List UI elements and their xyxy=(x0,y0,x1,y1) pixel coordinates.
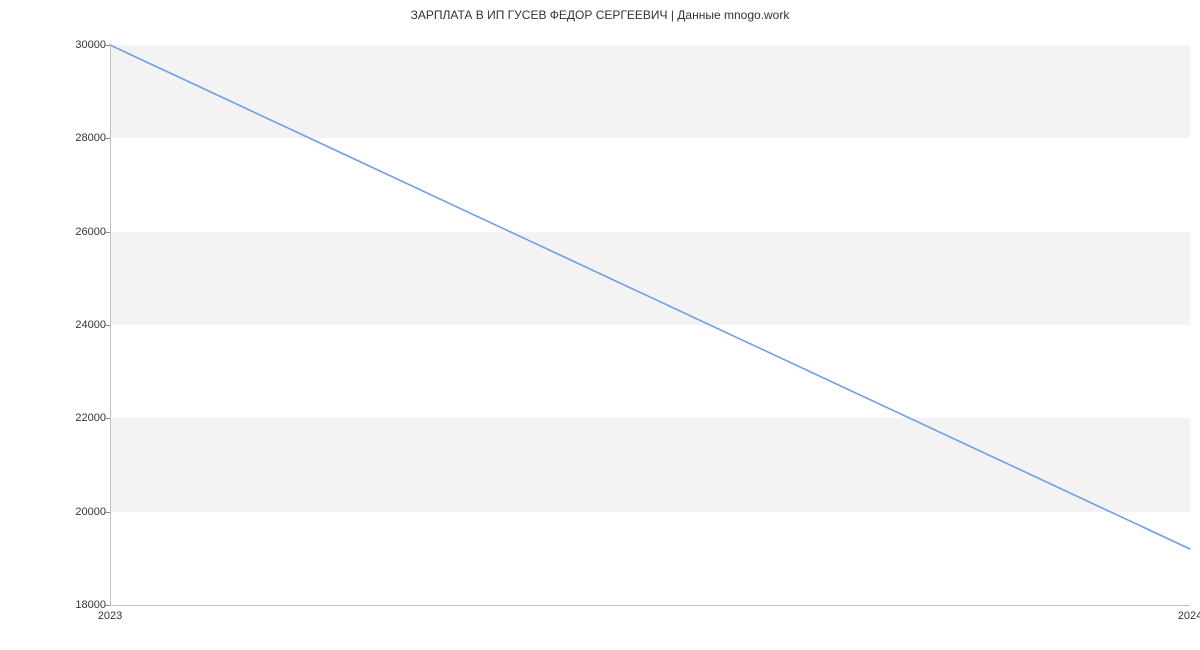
plot-area xyxy=(110,45,1190,605)
y-tick-mark xyxy=(104,325,110,326)
chart-container: ЗАРПЛАТА В ИП ГУСЕВ ФЕДОР СЕРГЕЕВИЧ | Да… xyxy=(0,0,1200,650)
y-tick-mark xyxy=(104,605,110,606)
y-tick-label: 20000 xyxy=(46,506,106,518)
y-tick-mark xyxy=(104,45,110,46)
y-tick-mark xyxy=(104,418,110,419)
y-tick-label: 26000 xyxy=(46,226,106,238)
data-line xyxy=(110,45,1190,605)
x-tick-label: 2023 xyxy=(98,610,122,622)
y-tick-mark xyxy=(104,512,110,513)
x-axis-line xyxy=(110,605,1190,606)
x-tick-label: 2024 xyxy=(1178,610,1200,622)
y-tick-mark xyxy=(104,232,110,233)
y-axis-line xyxy=(110,45,111,605)
y-tick-mark xyxy=(104,138,110,139)
chart-title: ЗАРПЛАТА В ИП ГУСЕВ ФЕДОР СЕРГЕЕВИЧ | Да… xyxy=(0,8,1200,22)
y-tick-label: 30000 xyxy=(46,39,106,51)
y-tick-label: 28000 xyxy=(46,132,106,144)
y-tick-label: 22000 xyxy=(46,412,106,424)
y-tick-label: 24000 xyxy=(46,319,106,331)
